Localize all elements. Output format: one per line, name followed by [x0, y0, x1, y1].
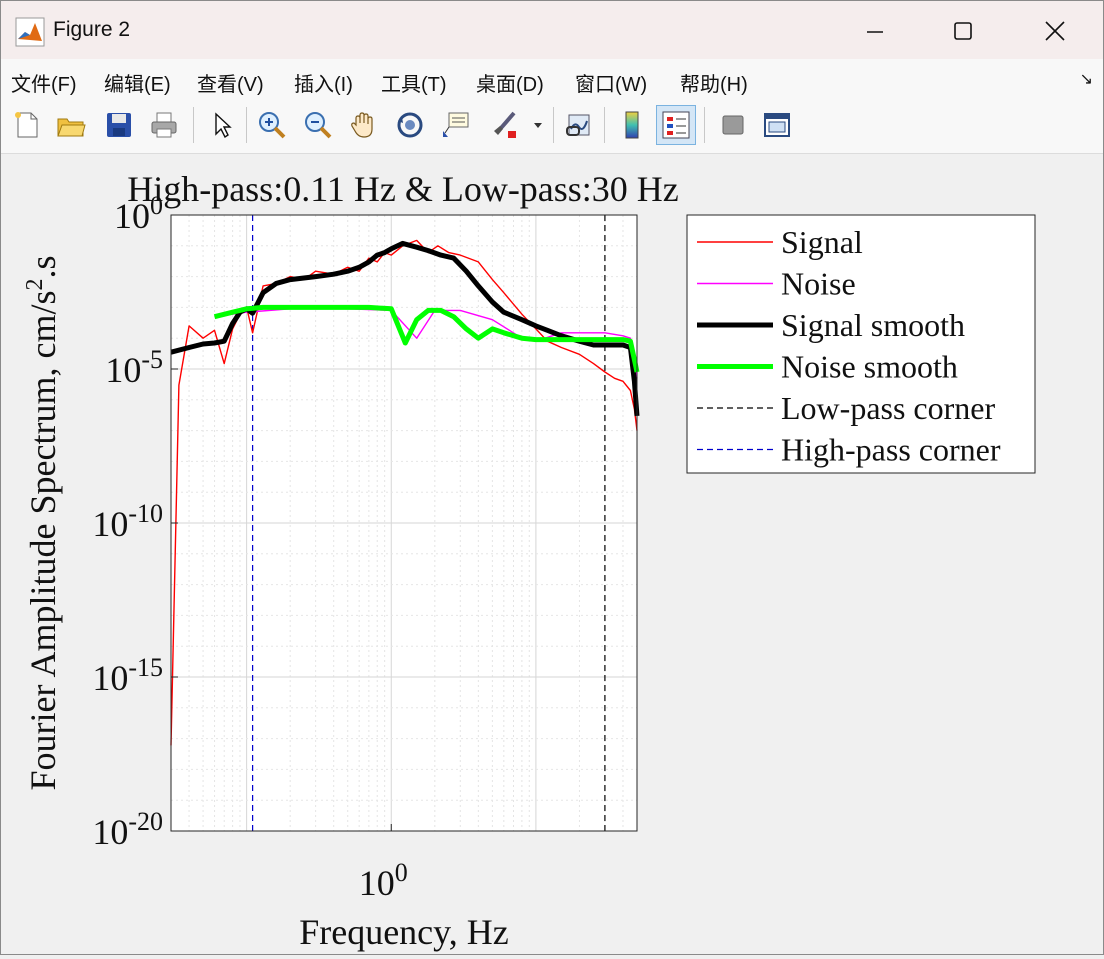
zoom-out-button[interactable]: [298, 105, 338, 145]
menu-file[interactable]: 文件(F): [11, 68, 77, 97]
save-button[interactable]: [99, 105, 139, 145]
brush-dropdown-button[interactable]: [528, 105, 548, 145]
zoom-out-icon: [305, 112, 332, 139]
title-bar: Figure 2: [1, 1, 1103, 59]
dock-button[interactable]: [757, 105, 797, 145]
close-icon: [1045, 21, 1065, 41]
save-icon: [107, 113, 131, 137]
print-button[interactable]: [144, 105, 184, 145]
menu-view[interactable]: 查看(V): [197, 68, 264, 97]
minimize-button[interactable]: [846, 11, 904, 51]
legend-label-signal-smooth: Signal smooth: [781, 307, 965, 343]
menu-bar: 文件(F) 编辑(E) 查看(V) 插入(I) 工具(T) 桌面(D) 窗口(W…: [1, 59, 1103, 99]
chart-svg[interactable]: High-pass:0.11 Hz & Low-pass:30 Hz 100 10…: [1, 154, 1103, 954]
link-plot-button[interactable]: [559, 105, 599, 145]
pan-button[interactable]: [344, 105, 384, 145]
link-plot-icon: [566, 114, 590, 136]
open-file-button[interactable]: [51, 105, 91, 145]
legend-label-signal: Signal: [781, 224, 863, 260]
y-tick-label: 10-10: [92, 499, 163, 545]
y-tick-label: 10-5: [105, 345, 163, 391]
x-axis-label: Frequency, Hz: [299, 912, 509, 952]
colorbar-button[interactable]: [612, 105, 652, 145]
window-title: Figure 2: [53, 18, 131, 41]
hide-tools-button[interactable]: [713, 105, 753, 145]
menu-expand-arrow-icon[interactable]: ↘: [1080, 69, 1093, 89]
menu-window[interactable]: 窗口(W): [575, 68, 647, 97]
select-arrow-button[interactable]: [201, 105, 241, 145]
zoom-in-button[interactable]: [252, 105, 292, 145]
legend-label-low-pass-corner: Low-pass corner: [781, 390, 995, 426]
legend-label-high-pass-corner: High-pass corner: [781, 432, 1001, 468]
figure-window: Figure 2 文件(F) 编辑(E) 查看(V) 插入(I) 工具(T) 桌…: [0, 0, 1104, 955]
dock-icon: [764, 113, 790, 137]
y-tick-label: 100: [114, 191, 163, 237]
zoom-in-icon: [259, 112, 286, 139]
new-figure-icon: [15, 112, 38, 138]
y-axis-label: Fourier Amplitude Spectrum, cm/s2.s: [22, 256, 63, 791]
colorbar-icon: [625, 111, 639, 139]
close-button[interactable]: [1026, 11, 1084, 51]
matlab-icon: [15, 17, 45, 47]
menu-help[interactable]: 帮助(H): [680, 68, 748, 97]
legend-icon: [662, 111, 690, 139]
y-tick-label: 10-20: [92, 807, 163, 853]
pan-hand-icon: [351, 112, 373, 138]
chevron-down-icon: [534, 123, 542, 128]
open-file-icon: [57, 118, 86, 137]
print-icon: [151, 112, 177, 138]
figure-toolbar: [1, 99, 1103, 154]
select-arrow-icon: [215, 112, 232, 139]
x-tick-label: 100: [359, 858, 408, 904]
maximize-button[interactable]: [934, 11, 992, 51]
brush-icon: [494, 111, 516, 138]
legend-button[interactable]: [656, 105, 696, 145]
menu-tools[interactable]: 工具(T): [381, 68, 447, 97]
menu-edit[interactable]: 编辑(E): [104, 68, 171, 97]
rotate-3d-icon: [397, 112, 423, 138]
legend-label-noise-smooth: Noise smooth: [781, 349, 958, 385]
new-figure-button[interactable]: [7, 105, 47, 145]
chart-title: High-pass:0.11 Hz & Low-pass:30 Hz: [127, 169, 679, 209]
legend[interactable]: Signal Noise Signal smooth Noise smooth Low-…: [686, 214, 1036, 474]
data-cursor-button[interactable]: [436, 105, 476, 145]
legend-label-noise: Noise: [781, 266, 856, 302]
hide-tools-icon: [722, 115, 744, 135]
brush-button[interactable]: [484, 105, 524, 145]
menu-desktop[interactable]: 桌面(D): [476, 68, 544, 97]
menu-insert[interactable]: 插入(I): [294, 68, 353, 97]
maximize-icon: [954, 22, 972, 40]
y-tick-label: 10-15: [92, 653, 163, 699]
data-cursor-icon: [443, 112, 469, 137]
minimize-icon: [867, 31, 883, 33]
figure-canvas: High-pass:0.11 Hz & Low-pass:30 Hz 100 10…: [1, 154, 1103, 954]
rotate-3d-button[interactable]: [390, 105, 430, 145]
